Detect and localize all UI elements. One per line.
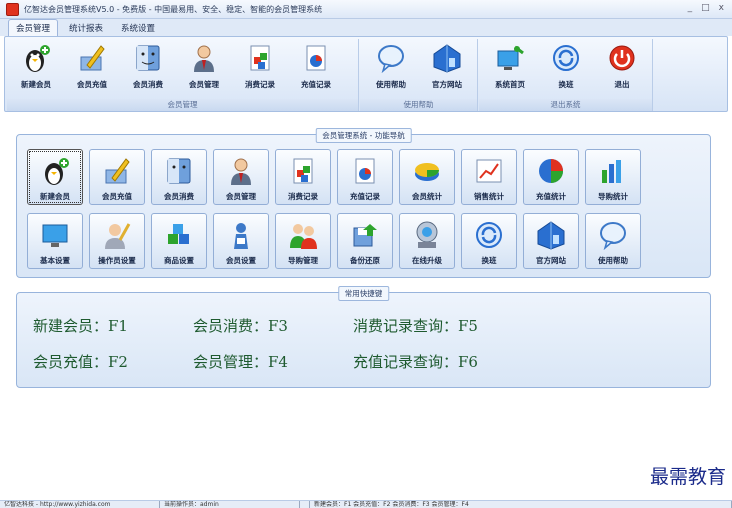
ribbon-consume-button[interactable]: 会员消费 [121,43,175,95]
nav-product-settings-button[interactable]: 商品设置 [151,213,207,269]
power-icon [606,43,638,73]
ribbon-group-help: 使用帮助 官方网站 使用帮助 [360,39,478,111]
ribbon-home-button[interactable]: 系统首页 [483,43,537,95]
status-company: 亿智达科技 - http://www.yizhida.com [0,501,160,508]
nav-manage-member-button[interactable]: 会员管理 [213,149,269,205]
ribbon-group-label: 使用帮助 [360,99,477,111]
ribbon-recharge-records-button[interactable]: 充值记录 [289,43,343,95]
tab-system-settings[interactable]: 系统设置 [114,20,162,36]
mac-face-icon [132,43,164,73]
window-controls: _ □ x [688,3,724,13]
ribbon-group-label: 退出系统 [479,99,652,111]
nav-recharge-stats-button[interactable]: 充值统计 [523,149,579,205]
nav-basic-settings-button[interactable]: 基本设置 [27,213,83,269]
status-bar: 亿智达科技 - http://www.yizhida.com 当前操作员：adm… [0,500,732,508]
nav-shift-button[interactable]: 换班 [461,213,517,269]
status-shortcuts: 新建会员：F1 会员充值：F2 会员消费：F3 会员管理：F4 [310,501,732,508]
status-spacer [300,501,310,508]
nav-panel-title: 会员管理系统 - 功能导航 [315,128,412,143]
line-chart-icon [472,155,506,187]
pen-recharge-icon [100,155,134,187]
nav-guide-stats-button[interactable]: 导购统计 [585,149,641,205]
penguin-add-icon [38,155,72,187]
function-nav-panel: 会员管理系统 - 功能导航 新建会员 会员充值 会员消费 会员管理 消费记录 充… [16,128,711,278]
operator-icon [100,219,134,251]
close-button[interactable]: x [719,3,724,13]
person-manager-icon [188,43,220,73]
nav-new-member-button[interactable]: 新建会员 [27,149,83,205]
ribbon-manage-member-button[interactable]: 会员管理 [177,43,231,95]
minimize-button[interactable]: _ [688,3,693,13]
status-operator: 当前操作员：admin [160,501,300,508]
speech-bubble-icon [375,43,407,73]
tab-member-management[interactable]: 会员管理 [8,19,59,36]
speech-bubble-icon [596,219,630,251]
nav-operator-settings-button[interactable]: 操作员设置 [89,213,145,269]
nav-member-stats-button[interactable]: 会员统计 [399,149,455,205]
shortcut-consume: 会员消费：F3 [193,317,288,335]
house-icon [534,219,568,251]
ribbon-consume-records-button[interactable]: 消费记录 [233,43,287,95]
nav-guide-manage-button[interactable]: 导购管理 [275,213,331,269]
doc-cubes-icon [286,155,320,187]
ribbon-new-member-button[interactable]: 新建会员 [9,43,63,95]
nav-help-button[interactable]: 使用帮助 [585,213,641,269]
shortcut-manage-member: 会员管理：F4 [193,353,288,371]
window-title: 亿智达会员管理系统V5.0 - 免费版 - 中国最易用、安全、稳定、智能的会员管… [24,4,323,14]
shortcut-recharge-records: 充值记录查询：F6 [353,353,478,371]
penguin-add-icon [20,43,52,73]
people-icon [286,219,320,251]
ribbon-help-button[interactable]: 使用帮助 [364,43,418,95]
upgrade-icon [410,219,444,251]
title-bar: 亿智达会员管理系统V5.0 - 免费版 - 中国最易用、安全、稳定、智能的会员管… [0,0,732,19]
doc-pie-icon [300,43,332,73]
nav-recharge-records-button[interactable]: 充值记录 [337,149,393,205]
refresh-icon [472,219,506,251]
member-icon [224,219,258,251]
backup-icon [348,219,382,251]
nav-online-upgrade-button[interactable]: 在线升级 [399,213,455,269]
shortcut-recharge: 会员充值：F2 [33,353,128,371]
nav-consume-button[interactable]: 会员消费 [151,149,207,205]
bar-chart-icon [596,155,630,187]
menu-tabs: 会员管理 统计报表 系统设置 [0,19,732,36]
nav-consume-records-button[interactable]: 消费记录 [275,149,331,205]
shortcuts-panel: 常用快捷键 新建会员：F1 会员消费：F3 消费记录查询：F5 会员充值：F2 … [16,286,711,388]
nav-sales-stats-button[interactable]: 销售统计 [461,149,517,205]
shortcut-new-member: 新建会员：F1 [33,317,128,335]
doc-pie-icon [348,155,382,187]
refresh-icon [550,43,582,73]
shortcuts-panel-title: 常用快捷键 [337,286,390,301]
ribbon-exit-button[interactable]: 退出 [595,43,649,95]
ribbon-recharge-button[interactable]: 会员充值 [65,43,119,95]
ribbon-website-button[interactable]: 官方网站 [420,43,474,95]
shortcut-consume-records: 消费记录查询：F5 [353,317,478,335]
ribbon-shift-button[interactable]: 换班 [539,43,593,95]
ribbon-group-exit: 系统首页 换班 退出 退出系统 [479,39,653,111]
nav-backup-restore-button[interactable]: 备份还原 [337,213,393,269]
pie3d-icon [410,155,444,187]
monitor-home-icon [494,43,526,73]
ribbon-toolbar: 新建会员 会员充值 会员消费 会员管理 消费记录 充值记录 会员管理 使用帮助 … [4,36,728,112]
doc-cubes-icon [244,43,276,73]
nav-recharge-button[interactable]: 会员充值 [89,149,145,205]
mac-face-icon [162,155,196,187]
app-icon [6,2,19,16]
house-icon [431,43,463,73]
nav-member-settings-button[interactable]: 会员设置 [213,213,269,269]
ribbon-group-label: 会员管理 [7,99,358,111]
monitor-icon [38,219,72,251]
pie-icon [534,155,568,187]
ribbon-group-member: 新建会员 会员充值 会员消费 会员管理 消费记录 充值记录 会员管理 [7,39,359,111]
maximize-button[interactable]: □ [701,3,710,13]
cubes-icon [162,219,196,251]
person-manager-icon [224,155,258,187]
pen-recharge-icon [76,43,108,73]
nav-website-button[interactable]: 官方网站 [523,213,579,269]
tab-statistics[interactable]: 统计报表 [62,20,110,36]
watermark-text: 最需教育 [649,466,726,488]
